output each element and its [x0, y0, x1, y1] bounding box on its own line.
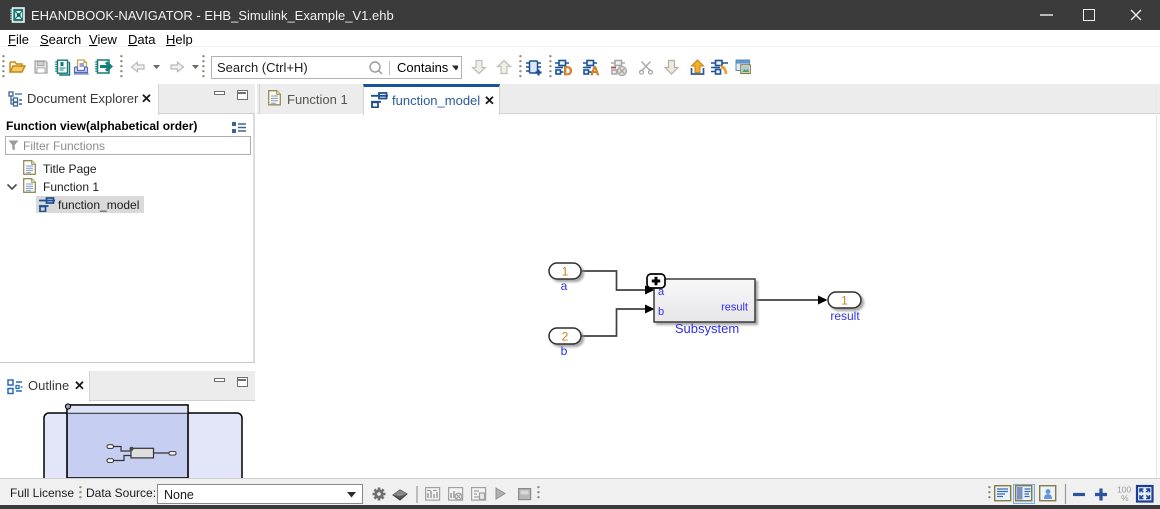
svg-text:%: %: [1121, 493, 1129, 503]
svg-text:result: result: [721, 302, 748, 314]
svg-text:a: a: [561, 279, 568, 293]
svg-text:a: a: [658, 286, 665, 298]
svg-text:result: result: [830, 309, 860, 323]
svg-text:b: b: [561, 344, 568, 358]
svg-text:2: 2: [562, 330, 569, 344]
svg-text:1: 1: [841, 294, 848, 308]
svg-text:Subsystem: Subsystem: [675, 321, 739, 336]
svg-text:D: D: [564, 64, 573, 77]
svg-text:A: A: [591, 64, 600, 77]
svg-text:b: b: [658, 306, 664, 318]
svg-text:1: 1: [562, 265, 569, 279]
